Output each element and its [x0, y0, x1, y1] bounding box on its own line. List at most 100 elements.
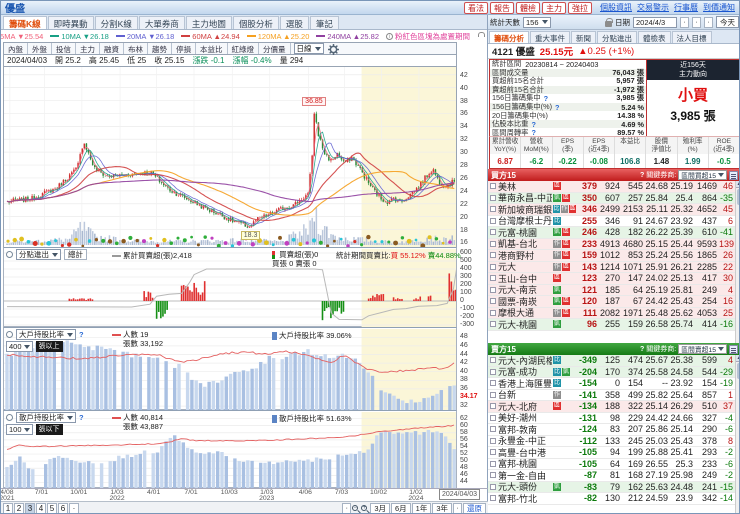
tab-重大事件[interactable]: 重大事件 — [530, 31, 570, 43]
row-checkbox[interactable] — [489, 194, 496, 201]
titlebar-button-看法[interactable]: 看法 — [464, 1, 488, 14]
date-calendar-button[interactable]: · — [704, 16, 713, 28]
page-button-3[interactable]: 3 — [25, 503, 35, 513]
scroll-up-icon[interactable]: ▲ — [736, 181, 739, 188]
row-checkbox[interactable] — [489, 437, 496, 444]
range-button-3年[interactable]: 3年 — [432, 503, 452, 513]
retail-holders-panel[interactable]: 散戶持股比率 ? 100 張以下 人數 40,814 張數 43,887 散戶持… — [3, 410, 457, 488]
panel-settings-icon[interactable] — [6, 331, 13, 338]
scroll-up-icon[interactable]: ▲ — [736, 355, 739, 362]
row-checkbox[interactable] — [489, 206, 496, 213]
titlebar-button-報告[interactable]: 報告 — [490, 1, 514, 14]
row-checkbox[interactable] — [489, 252, 496, 259]
branch-flow-panel[interactable]: 分點進出 總計 累計買賣超(張)2,418 買賣超(張)0 買張 0 賣張 0 … — [3, 247, 461, 327]
table-scrollbar[interactable]: ▲ — [735, 181, 739, 343]
overlay-toggle-主力[interactable]: 主力 — [76, 43, 100, 54]
overlay-toggle-投信[interactable]: 投信 — [52, 43, 76, 54]
zoom-out-icon[interactable]: − — [352, 504, 360, 513]
overlay-toggle-紅綠燈[interactable]: 紅綠燈 — [228, 43, 259, 54]
page-button-2[interactable]: 2 — [14, 503, 24, 513]
sell-key-select[interactable]: 區間賣超15 — [678, 344, 727, 354]
zoom-in-icon[interactable]: + — [361, 504, 369, 513]
today-button[interactable]: 今天 — [716, 16, 739, 28]
lock-icon[interactable] — [605, 17, 613, 27]
restore-button[interactable]: 還原 — [463, 503, 486, 513]
table-scrollbar[interactable]: ▲ — [735, 355, 739, 513]
row-checkbox[interactable] — [489, 391, 496, 398]
row-checkbox[interactable] — [489, 403, 496, 410]
overlay-toggle-外盤[interactable]: 外盤 — [28, 43, 52, 54]
row-checkbox[interactable] — [489, 426, 496, 433]
scrollbar-thumb[interactable] — [736, 189, 739, 205]
candlestick-chart[interactable]: 36.85 18.3 — [3, 67, 457, 249]
page-button-4[interactable]: 4 — [36, 503, 46, 513]
list-icon[interactable] — [729, 344, 738, 354]
tab-體檢表[interactable]: 體檢表 — [638, 31, 671, 43]
period-select[interactable]: 日線 — [293, 43, 324, 54]
tab-分割K線[interactable]: 分割K線 — [94, 16, 138, 29]
major-holders-select[interactable]: 大戶持股比率 — [16, 329, 76, 340]
row-checkbox[interactable] — [489, 368, 496, 375]
table-row[interactable]: 元大-桃園 凱 96 255 159 26.58 25.74 414 -16 — [488, 319, 739, 331]
tab-個股分析[interactable]: 個股分析 — [232, 16, 279, 29]
page-button-5[interactable]: 5 — [47, 503, 57, 513]
buy-key-select[interactable]: 區間買超15 — [678, 170, 727, 180]
tab-主力地圖[interactable]: 主力地圖 — [185, 16, 232, 29]
overlay-toggle-分價量[interactable]: 分價量 — [259, 43, 291, 54]
overlay-toggle-布林[interactable]: 布林 — [124, 43, 148, 54]
date-prev-button[interactable]: · — [680, 16, 689, 28]
overlay-toggle-內盤[interactable]: 內盤 — [4, 43, 28, 54]
row-checkbox[interactable] — [489, 286, 496, 293]
row-checkbox[interactable] — [489, 483, 496, 490]
tab-選股[interactable]: 選股 — [279, 16, 309, 29]
tab-法人目標[interactable]: 法人目標 — [671, 31, 712, 43]
overlay-toggle-融資[interactable]: 融資 — [100, 43, 124, 54]
row-checkbox[interactable] — [489, 460, 496, 467]
overlay-toggle-本益比[interactable]: 本益比 — [196, 43, 228, 54]
gear-icon[interactable] — [327, 44, 339, 55]
date-next-button[interactable]: · — [692, 16, 701, 28]
total-button[interactable]: 總計 — [64, 249, 87, 260]
retail-holders-select[interactable]: 散戶持股比率 — [16, 412, 76, 423]
help-icon[interactable]: ? — [555, 103, 559, 112]
page-button-1[interactable]: 1 — [3, 503, 13, 513]
list-icon[interactable] — [729, 170, 738, 180]
overlay-toggle-趨勢[interactable]: 趨勢 — [148, 43, 172, 54]
row-checkbox[interactable] — [489, 275, 496, 282]
scrollbar-thumb[interactable] — [736, 363, 739, 379]
titlebar-link-到價通知[interactable]: 到價通知 — [703, 2, 735, 13]
row-checkbox[interactable] — [489, 495, 496, 502]
row-checkbox[interactable] — [489, 414, 496, 421]
tab-籌碼分析[interactable]: 籌碼分析 — [489, 31, 529, 43]
row-checkbox[interactable] — [489, 240, 496, 247]
date-input[interactable]: 2024/4/3 — [633, 16, 677, 28]
major-holders-panel[interactable]: 大戶持股比率 ? 400 張以上 人數 19 張數 33,192 大戶持股比率 … — [3, 327, 457, 410]
titlebar-button-主力[interactable]: 主力 — [542, 1, 566, 14]
tab-分點進出[interactable]: 分點進出 — [597, 31, 637, 43]
help-icon[interactable]: ? — [640, 172, 644, 179]
page-button-6[interactable]: 6 — [58, 503, 68, 513]
range-button-1年[interactable]: 1年 — [411, 503, 432, 513]
tab-新聞[interactable]: 新聞 — [571, 31, 596, 43]
tab-大單券商[interactable]: 大單券商 — [138, 16, 185, 29]
titlebar-button-體檢[interactable]: 體檢 — [516, 1, 540, 14]
panel-settings-icon[interactable] — [6, 414, 13, 421]
overlay-toggle-停損[interactable]: 停損 — [172, 43, 196, 54]
row-checkbox[interactable] — [489, 449, 496, 456]
row-checkbox[interactable] — [489, 309, 496, 316]
titlebar-link-個股資訊[interactable]: 個股資訊 — [600, 2, 632, 13]
branch-flow-select[interactable]: 分點進出 — [16, 249, 61, 260]
help-icon[interactable]: ? — [640, 346, 644, 353]
row-checkbox[interactable] — [489, 472, 496, 479]
titlebar-link-交易警示[interactable]: 交易警示 — [637, 2, 669, 13]
tab-筆記[interactable]: 筆記 — [309, 16, 339, 29]
row-checkbox[interactable] — [489, 263, 496, 270]
tab-即時異動[interactable]: 即時異動 — [47, 16, 94, 29]
row-checkbox[interactable] — [489, 217, 496, 224]
panel-settings-icon[interactable] — [6, 251, 13, 258]
threshold-input[interactable]: 100 — [6, 424, 33, 435]
titlebar-button-強拉[interactable]: 強拉 — [568, 1, 592, 14]
scroll-right-button[interactable]: · — [453, 503, 462, 513]
row-checkbox[interactable] — [489, 380, 496, 387]
threshold-input[interactable]: 400 — [6, 341, 33, 352]
